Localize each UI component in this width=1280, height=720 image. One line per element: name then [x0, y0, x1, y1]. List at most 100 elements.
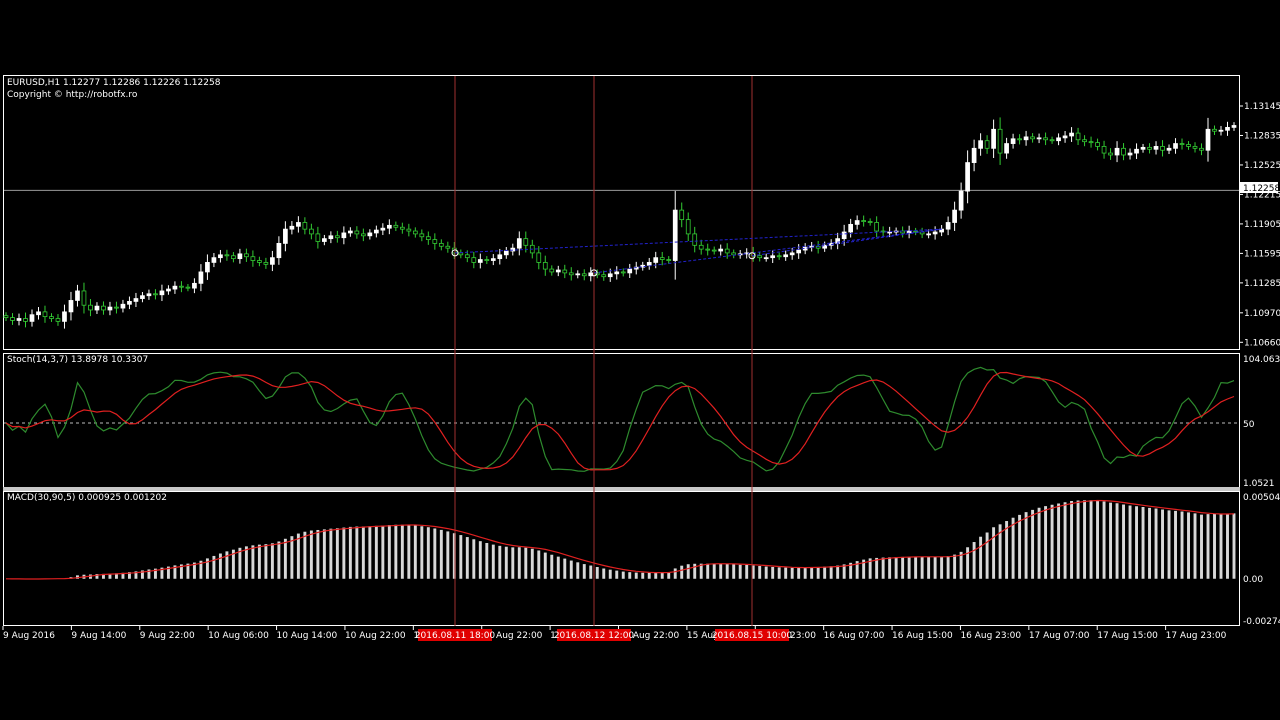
candle-body — [1205, 128, 1211, 151]
time-tick-label: 9 Aug 22:00 — [140, 631, 195, 641]
price-tick-label: 1.10660 — [1244, 338, 1280, 348]
candle-body — [627, 268, 633, 274]
candle-body — [607, 273, 613, 278]
candle-body — [348, 230, 353, 234]
candle-body — [1179, 143, 1185, 145]
candle-body — [698, 244, 704, 250]
candle-body — [127, 301, 132, 305]
candle-body — [965, 162, 970, 192]
price-y-axis: 1.131451.128351.125251.122151.119051.115… — [1239, 102, 1280, 348]
macd-axis-bottom: -0.002749 — [1243, 617, 1280, 627]
candle-body — [549, 268, 555, 273]
candle-body — [276, 243, 282, 259]
candle-body — [1049, 139, 1055, 142]
macd-panel — [3, 491, 1240, 626]
candle-body — [354, 230, 360, 235]
candle-body — [179, 285, 184, 288]
stoch-panel — [3, 353, 1240, 488]
candle-body — [159, 290, 165, 296]
price-tick-label: 1.10970 — [1244, 309, 1280, 319]
candle-body — [270, 257, 275, 265]
candle-body — [523, 238, 529, 246]
macd-axis-top: 0.005043 — [1243, 493, 1280, 503]
candle-body — [555, 269, 561, 273]
candle-body — [477, 259, 483, 263]
price-tick-label: 1.11285 — [1244, 279, 1280, 289]
candle-body — [646, 262, 652, 266]
candle-body — [198, 271, 204, 284]
candle-body — [783, 254, 789, 258]
candle-body — [23, 318, 28, 322]
candle-body — [399, 226, 405, 230]
candle-body — [393, 224, 399, 228]
candle-body — [1225, 126, 1230, 131]
stoch-indicator-label: Stoch(14,3,7) 13.8978 10.3307 — [7, 355, 149, 365]
candle-body — [601, 274, 607, 278]
panel-separator[interactable] — [3, 487, 1240, 491]
candle-body — [1095, 142, 1100, 147]
candle-body — [192, 282, 197, 289]
candle-body — [997, 128, 1003, 154]
time-tick-label: 10 Aug 06:00 — [208, 631, 269, 641]
candle-body — [120, 303, 126, 309]
candle-body — [575, 273, 581, 276]
time-tick-label: 9 Aug 14:00 — [71, 631, 126, 641]
candle-body — [516, 238, 522, 249]
candle-body — [562, 269, 568, 274]
candle-body — [386, 224, 392, 229]
candle-body — [244, 253, 249, 258]
candle-body — [1088, 141, 1094, 144]
candle-body — [289, 225, 295, 230]
candle-body — [484, 259, 490, 261]
candle-body — [1062, 135, 1068, 139]
candle-body — [471, 257, 477, 263]
candle-body — [445, 245, 451, 249]
candle-body — [1173, 143, 1178, 149]
candle-body — [341, 232, 347, 239]
candle-body — [335, 235, 340, 239]
candle-body — [36, 311, 41, 316]
symbol-header: EURUSD,H1 1.12277 1.12286 1.12226 1.1225… — [7, 78, 221, 88]
marker-date-label: 2016.08.15 10:00 — [712, 631, 793, 641]
candle-body — [763, 257, 769, 260]
candle-body — [971, 147, 977, 163]
time-tick-label: 10 Aug 14:00 — [277, 631, 338, 641]
candle-body — [614, 271, 620, 275]
candle-body — [68, 300, 74, 313]
stoch-axis-mid: 50 — [1243, 420, 1255, 430]
candle-body — [945, 222, 951, 230]
price-tick-label: 1.12525 — [1244, 161, 1280, 171]
candle-body — [166, 288, 171, 292]
macd-axis-zero: 0.00 — [1243, 575, 1263, 585]
candle-body — [757, 255, 763, 259]
chart-canvas: 9 Aug 2016 9 Aug 14:00 9 Aug 22:00 10 Aug 0… — [2, 75, 1280, 641]
candle-body — [906, 230, 912, 234]
candle-body — [1160, 146, 1165, 151]
candle-body — [237, 253, 243, 260]
time-tick-label: 10 Aug 22:00 — [345, 631, 406, 641]
candle-body — [62, 311, 67, 322]
candle-body — [854, 220, 860, 225]
candle-body — [848, 223, 854, 233]
candle-body — [309, 228, 314, 235]
time-tick-label: 16 Aug 23:00 — [960, 631, 1021, 641]
candle-body — [1010, 138, 1016, 144]
candle-body — [724, 248, 730, 254]
candle-body — [107, 306, 113, 311]
price-tick-label: 1.13145 — [1244, 102, 1280, 112]
candle-body — [1134, 148, 1139, 154]
candle-body — [1127, 152, 1133, 156]
price-tick-label: 1.12835 — [1244, 131, 1280, 141]
candle-body — [419, 233, 425, 238]
candle-body — [296, 222, 301, 227]
candle-body — [140, 295, 145, 299]
time-tick-label: 17 Aug 23:00 — [1166, 631, 1227, 641]
candle-body — [75, 290, 80, 301]
candle-body — [146, 293, 152, 297]
candle-body — [490, 258, 496, 261]
candle-body — [1186, 144, 1191, 147]
candle-body — [776, 255, 782, 258]
candle-body — [380, 227, 386, 231]
candle-body — [1108, 152, 1113, 156]
candle-body — [841, 231, 847, 240]
